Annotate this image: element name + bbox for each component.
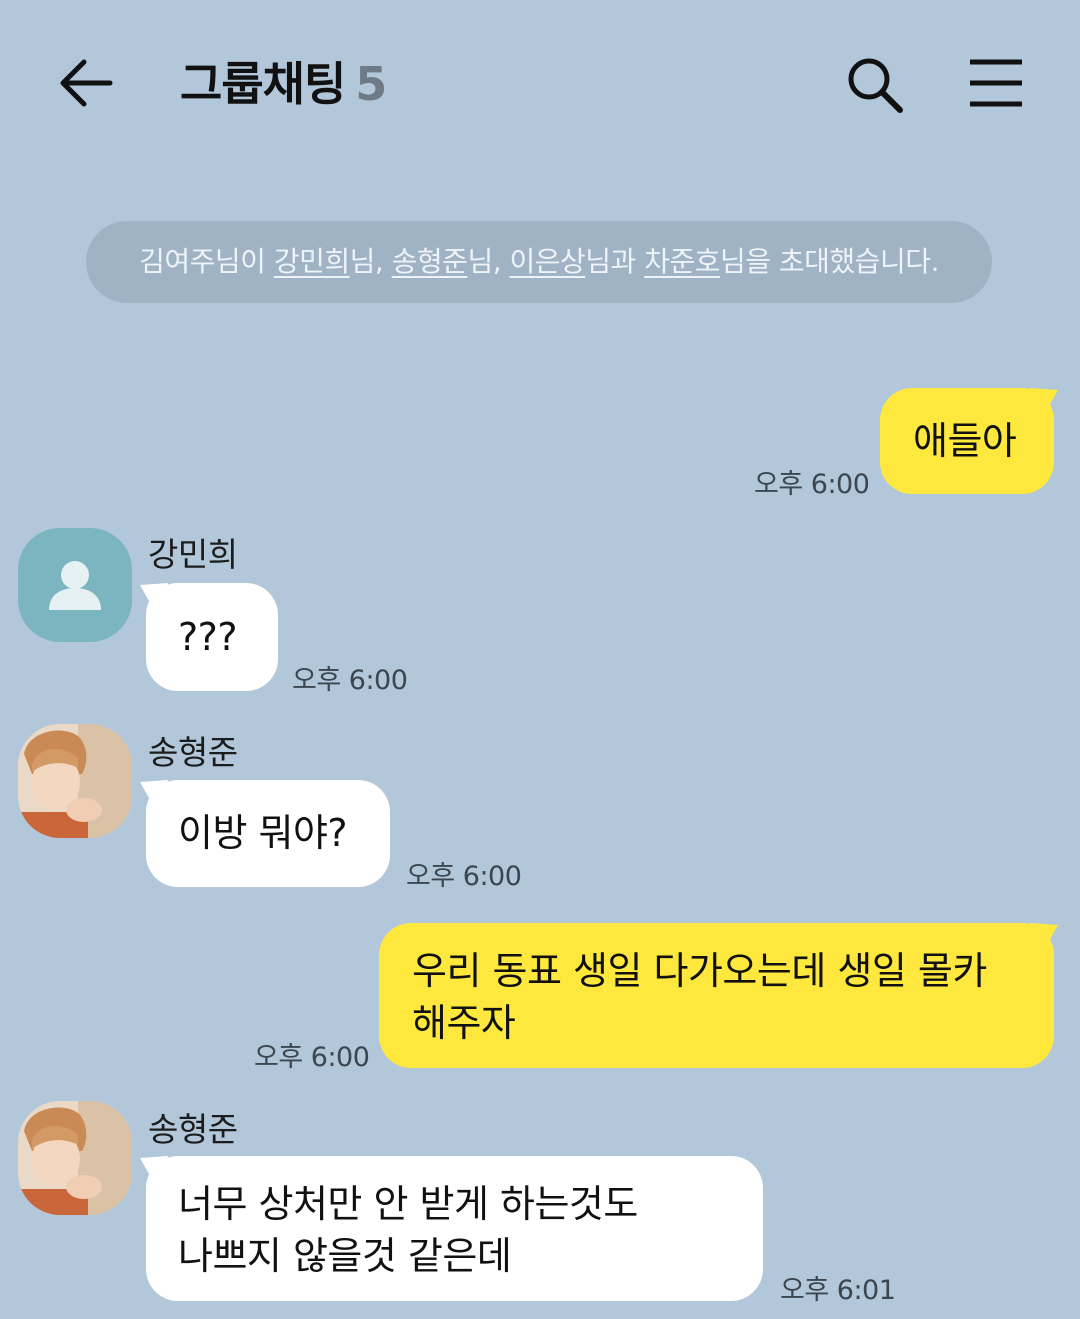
search-icon <box>848 58 903 113</box>
arrow-left-icon <box>60 59 113 107</box>
menu-button[interactable] <box>962 52 1028 118</box>
invite-text: 김여주님이 <box>139 245 274 278</box>
member-count: 5 <box>355 57 387 111</box>
sender-name: 강민희 <box>148 535 238 574</box>
person-icon <box>49 561 101 610</box>
invited-user-link[interactable]: 차준호 <box>644 245 720 278</box>
message-text-line: 우리 동표 생일 다가오는데 생일 몰카 <box>412 949 987 993</box>
avatar-default[interactable] <box>18 528 132 642</box>
chat-title: 그룹채팅 5 <box>180 52 387 116</box>
invite-text: 님과 <box>585 245 645 278</box>
chat-room-name: 그룹채팅 <box>180 57 346 111</box>
bubble-tail <box>1030 923 1058 957</box>
invited-user-link[interactable]: 강민희 <box>274 245 350 278</box>
profile-photo <box>18 1101 132 1215</box>
message-text: ??? <box>178 615 238 659</box>
sender-name: 송형준 <box>148 733 238 772</box>
hamburger-menu-icon <box>970 59 1022 107</box>
message-text-line: 나쁘지 않을것 같은데 <box>178 1234 512 1278</box>
invite-text: 님, <box>467 245 510 278</box>
invited-user-link[interactable]: 송형준 <box>392 245 468 278</box>
message-bubble[interactable]: 너무 상처만 안 받게 하는것도나쁘지 않을것 같은데 <box>146 1156 763 1301</box>
message-time: 오후 6:00 <box>406 861 522 892</box>
message-bubble[interactable]: 이방 뭐야? <box>146 780 390 887</box>
invite-text: 님을 초대했습니다. <box>719 245 939 278</box>
avatar-photo[interactable] <box>18 724 132 838</box>
system-invite-message: 김여주님이 강민희님, 송형준님, 이은상님과 차준호님을 초대했습니다. <box>86 221 992 303</box>
avatar-photo[interactable] <box>18 1101 132 1215</box>
bubble-tail <box>140 780 168 814</box>
message-time: 오후 6:00 <box>754 469 870 500</box>
my-message-bubble[interactable]: 애들아 <box>880 388 1054 494</box>
my-message-bubble[interactable]: 우리 동표 생일 다가오는데 생일 몰카해주자 <box>379 923 1054 1068</box>
message-text-line: 해주자 <box>412 1001 516 1045</box>
bubble-tail <box>1030 388 1058 422</box>
message-text: 이방 뭐야? <box>178 811 348 855</box>
bubble-tail <box>140 583 168 617</box>
profile-photo <box>18 724 132 838</box>
invite-text: 님, <box>349 245 392 278</box>
sender-name: 송형준 <box>148 1110 238 1149</box>
message-time: 오후 6:00 <box>292 665 408 696</box>
search-button[interactable] <box>842 52 908 118</box>
bubble-tail <box>140 1156 168 1190</box>
chat-header: 그룹채팅 5 <box>0 0 1080 170</box>
message-time: 오후 6:01 <box>780 1275 896 1306</box>
message-text: 애들아 <box>913 419 1017 463</box>
message-time: 오후 6:00 <box>254 1042 370 1073</box>
message-text-line: 너무 상처만 안 받게 하는것도 <box>178 1182 638 1226</box>
invited-user-link[interactable]: 이은상 <box>510 245 586 278</box>
back-button[interactable] <box>52 50 122 120</box>
